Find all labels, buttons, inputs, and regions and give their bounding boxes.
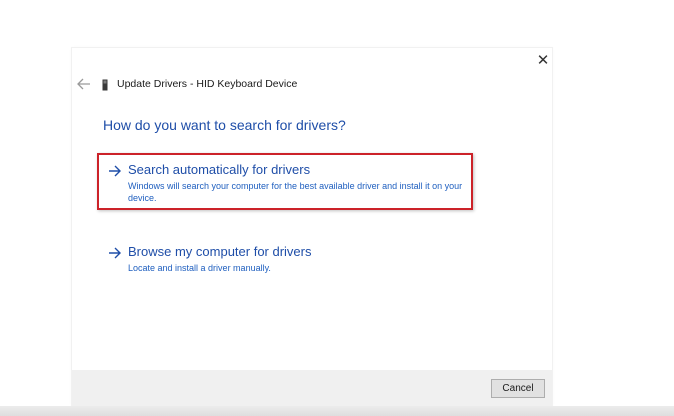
option-description: Windows will search your computer for th… bbox=[128, 181, 463, 203]
keyboard-device-icon bbox=[102, 78, 108, 91]
page-heading: How do you want to search for drivers? bbox=[103, 117, 346, 133]
screen: ✕ Update Drivers - HID Keyboard Device H… bbox=[0, 0, 674, 416]
close-icon[interactable]: ✕ bbox=[532, 52, 554, 70]
option-title: Search automatically for drivers bbox=[128, 162, 311, 177]
update-drivers-dialog bbox=[72, 48, 552, 406]
cancel-button[interactable]: Cancel bbox=[491, 379, 545, 398]
option-title: Browse my computer for drivers bbox=[128, 244, 312, 259]
taskbar-edge bbox=[0, 406, 674, 416]
window-title: Update Drivers - HID Keyboard Device bbox=[117, 78, 298, 90]
option-description: Locate and install a driver manually. bbox=[128, 263, 271, 273]
back-arrow-icon[interactable] bbox=[76, 77, 92, 91]
dialog-footer bbox=[72, 370, 552, 406]
arrow-right-icon bbox=[108, 164, 122, 177]
arrow-right-icon bbox=[108, 246, 122, 259]
